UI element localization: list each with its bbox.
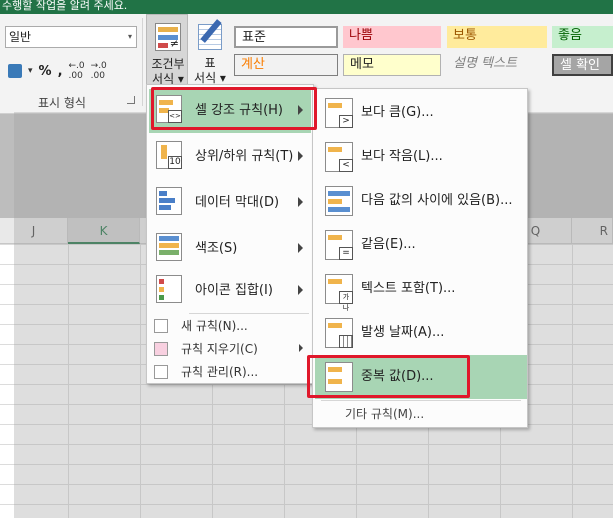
chevron-down-icon: ▾ bbox=[127, 32, 132, 41]
text-contains-icon: 가나 bbox=[325, 272, 355, 312]
chevron-right-icon bbox=[299, 344, 303, 352]
highlight-box-duplicate-values bbox=[307, 355, 470, 398]
menu-item-label: 색조(S) bbox=[195, 241, 238, 256]
conditional-formatting-label-1: 조건부 bbox=[151, 57, 185, 71]
top-bottom-rules-icon: 10 bbox=[156, 141, 186, 173]
title-bar: 수행할 작업을 알려 주세요. bbox=[0, 0, 613, 14]
menu-item-label: 데이터 막대(D) bbox=[195, 195, 280, 210]
submenu-item-between[interactable]: 다음 값의 사이에 있음(B)... bbox=[315, 179, 527, 223]
style-normal[interactable]: 표준 bbox=[234, 26, 338, 48]
menu-item-new-rule[interactable]: 새 규칙(N)... bbox=[149, 315, 311, 337]
tell-me-box[interactable]: 수행할 작업을 알려 주세요. bbox=[2, 0, 127, 12]
submenu-item-label: 같음(E)... bbox=[361, 237, 416, 252]
group-divider bbox=[142, 18, 143, 106]
submenu-item-greater-than[interactable]: > 보다 큼(G)... bbox=[315, 91, 527, 135]
chevron-right-icon bbox=[298, 197, 303, 207]
style-note[interactable]: 메모 bbox=[343, 54, 441, 76]
style-explanatory[interactable]: 설명 텍스트 bbox=[447, 54, 547, 76]
chevron-down-icon[interactable]: ▾ bbox=[28, 66, 33, 76]
greater-glyph-icon: > bbox=[339, 115, 353, 128]
menu-item-color-scales[interactable]: 색조(S) bbox=[149, 227, 311, 271]
eraser-icon bbox=[154, 342, 168, 356]
style-bad[interactable]: 나쁨 bbox=[343, 26, 441, 48]
menu-item-label: 새 규칙(N)... bbox=[181, 319, 248, 333]
submenu-item-label: 텍스트 포함(T)... bbox=[361, 281, 456, 296]
submenu-item-text-contains[interactable]: 가나 텍스트 포함(T)... bbox=[315, 267, 527, 312]
number-format-value: 일반 bbox=[9, 30, 32, 44]
style-neutral[interactable]: 보통 bbox=[447, 26, 547, 48]
conditional-formatting-button[interactable]: ≠ 조건부 서식 ▾ bbox=[146, 14, 188, 92]
number-group-label: 표시 형식 bbox=[38, 96, 86, 110]
less-glyph-icon: < bbox=[339, 159, 353, 172]
chevron-right-icon bbox=[298, 285, 303, 295]
format-as-table-label-1: 표 bbox=[204, 56, 216, 70]
submenu-item-label: 발생 날짜(A)... bbox=[361, 325, 445, 340]
format-as-table-label-2: 서식 ▾ bbox=[194, 71, 226, 85]
chevron-right-icon bbox=[298, 243, 303, 253]
top10-glyph-icon: 10 bbox=[168, 156, 182, 169]
submenu-item-less-than[interactable]: < 보다 작음(L)... bbox=[315, 135, 527, 179]
menu-item-label: 규칙 지우기(C) bbox=[181, 342, 258, 356]
new-rule-icon bbox=[154, 319, 168, 333]
increase-decimal-label: .00 bbox=[68, 71, 83, 81]
submenu-item-equal-to[interactable]: = 같음(E)... bbox=[315, 223, 527, 267]
number-buttons-row: ▾ % , ←.0 .00 →.0 .00 bbox=[8, 60, 107, 82]
menu-item-clear-rules[interactable]: 규칙 지우기(C) bbox=[149, 338, 311, 360]
menu-item-top-bottom-rules[interactable]: 10 상위/하위 규칙(T) bbox=[149, 135, 311, 179]
calendar-icon bbox=[325, 316, 355, 350]
conditional-formatting-icon: ≠ bbox=[155, 23, 181, 51]
menu-item-manage-rules[interactable]: 규칙 관리(R)... bbox=[149, 361, 311, 383]
text-glyph-icon: 가나 bbox=[339, 291, 353, 312]
decrease-decimal-label: .00 bbox=[90, 71, 105, 81]
menu-item-label: 아이콘 집합(I) bbox=[195, 283, 273, 298]
format-as-table-button[interactable]: 표 서식 ▾ bbox=[192, 14, 228, 92]
number-format-dropdown[interactable]: 일반 ▾ bbox=[5, 26, 137, 48]
dialog-launcher-icon[interactable] bbox=[127, 96, 135, 104]
menu-item-data-bars[interactable]: 데이터 막대(D) bbox=[149, 181, 311, 225]
comma-button[interactable]: , bbox=[58, 64, 63, 79]
menu-item-icon-sets[interactable]: 아이콘 집합(I) bbox=[149, 269, 311, 313]
submenu-item-label: 보다 작음(L)... bbox=[361, 149, 443, 164]
icon-sets-icon bbox=[156, 275, 186, 307]
increase-decimal-prefix: ←.0 bbox=[68, 61, 85, 71]
calendar-glyph-icon bbox=[339, 335, 353, 348]
currency-icon[interactable] bbox=[8, 64, 22, 78]
percent-button[interactable]: % bbox=[39, 64, 52, 79]
style-check-cell[interactable]: 셀 확인 bbox=[552, 54, 613, 76]
decrease-decimal-button[interactable]: →.0 .00 bbox=[91, 61, 107, 81]
equal-to-icon: = bbox=[325, 228, 355, 262]
decrease-decimal-prefix: →.0 bbox=[90, 61, 107, 71]
cell-styles-gallery: 표준 나쁨 보통 좋음 계산 메모 설명 텍스트 셀 확인 bbox=[231, 22, 613, 82]
greater-than-icon: > bbox=[325, 96, 355, 130]
equal-glyph-icon: = bbox=[339, 247, 353, 260]
increase-decimal-button[interactable]: ←.0 .00 bbox=[69, 61, 85, 81]
data-bars-icon bbox=[156, 187, 186, 219]
submenu-item-label: 보다 큼(G)... bbox=[361, 105, 434, 120]
between-icon bbox=[325, 184, 355, 218]
menu-item-label: 상위/하위 규칙(T) bbox=[195, 149, 294, 164]
chevron-right-icon bbox=[298, 151, 303, 161]
submenu-item-label: 기타 규칙(M)... bbox=[345, 407, 425, 421]
menu-separator bbox=[189, 313, 309, 314]
submenu-item-label: 다음 값의 사이에 있음(B)... bbox=[361, 193, 513, 208]
style-calculation[interactable]: 계산 bbox=[234, 54, 338, 76]
menu-item-label: 규칙 관리(R)... bbox=[181, 365, 259, 379]
manage-rules-icon bbox=[154, 365, 168, 379]
less-than-icon: < bbox=[325, 140, 355, 174]
submenu-item-more-rules[interactable]: 기타 규칙(M)... bbox=[315, 401, 527, 427]
submenu-item-date-occurring[interactable]: 발생 날짜(A)... bbox=[315, 311, 527, 355]
highlight-box-cell-rules bbox=[151, 87, 317, 130]
style-good[interactable]: 좋음 bbox=[552, 26, 613, 48]
color-scales-icon bbox=[156, 233, 186, 265]
